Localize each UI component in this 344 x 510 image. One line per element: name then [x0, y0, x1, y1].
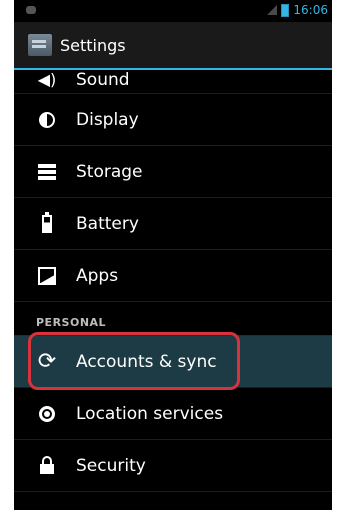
- settings-item-label: Display: [76, 109, 139, 130]
- settings-item-label: Storage: [76, 161, 143, 182]
- section-header-personal: PERSONAL: [14, 302, 332, 336]
- display-icon: [36, 109, 58, 131]
- action-bar: Settings: [14, 22, 332, 70]
- settings-item-label: Location services: [76, 403, 224, 424]
- settings-item-label: Sound: [76, 69, 130, 90]
- apps-icon: [36, 265, 58, 287]
- sound-icon: ◀︎): [37, 70, 57, 89]
- settings-item-apps[interactable]: Apps: [14, 250, 332, 302]
- sync-icon: ⟳: [37, 348, 57, 374]
- status-icons: 16:06: [267, 3, 328, 17]
- battery-status-icon: [281, 3, 290, 17]
- page-title: Settings: [60, 35, 126, 55]
- settings-item-storage[interactable]: Storage: [14, 146, 332, 198]
- settings-list: ◀︎) Sound Display Storage Battery Apps P…: [14, 66, 332, 492]
- phone-screen: 16:06 Settings ◀︎) Sound Display Storage…: [14, 0, 332, 510]
- settings-item-label: Security: [76, 455, 146, 476]
- settings-item-label: Battery: [76, 213, 139, 234]
- settings-item-label: Apps: [76, 265, 119, 286]
- status-clock: 16:06: [293, 3, 328, 17]
- battery-icon: [36, 211, 58, 235]
- settings-item-battery[interactable]: Battery: [14, 198, 332, 250]
- settings-item-security[interactable]: Security: [14, 440, 332, 492]
- location-icon: [36, 403, 58, 425]
- settings-app-icon[interactable]: [28, 34, 52, 56]
- storage-icon: [36, 161, 58, 183]
- signal-icon: [267, 5, 278, 15]
- settings-item-display[interactable]: Display: [14, 94, 332, 146]
- settings-item-label: Accounts & sync: [76, 351, 217, 372]
- settings-item-location[interactable]: Location services: [14, 388, 332, 440]
- lock-icon: [36, 455, 58, 477]
- settings-item-sound[interactable]: ◀︎) Sound: [14, 66, 332, 94]
- settings-item-accounts-sync[interactable]: ⟳ Accounts & sync: [14, 332, 332, 390]
- status-bar: 16:06: [14, 0, 332, 22]
- notification-icon: [26, 6, 36, 14]
